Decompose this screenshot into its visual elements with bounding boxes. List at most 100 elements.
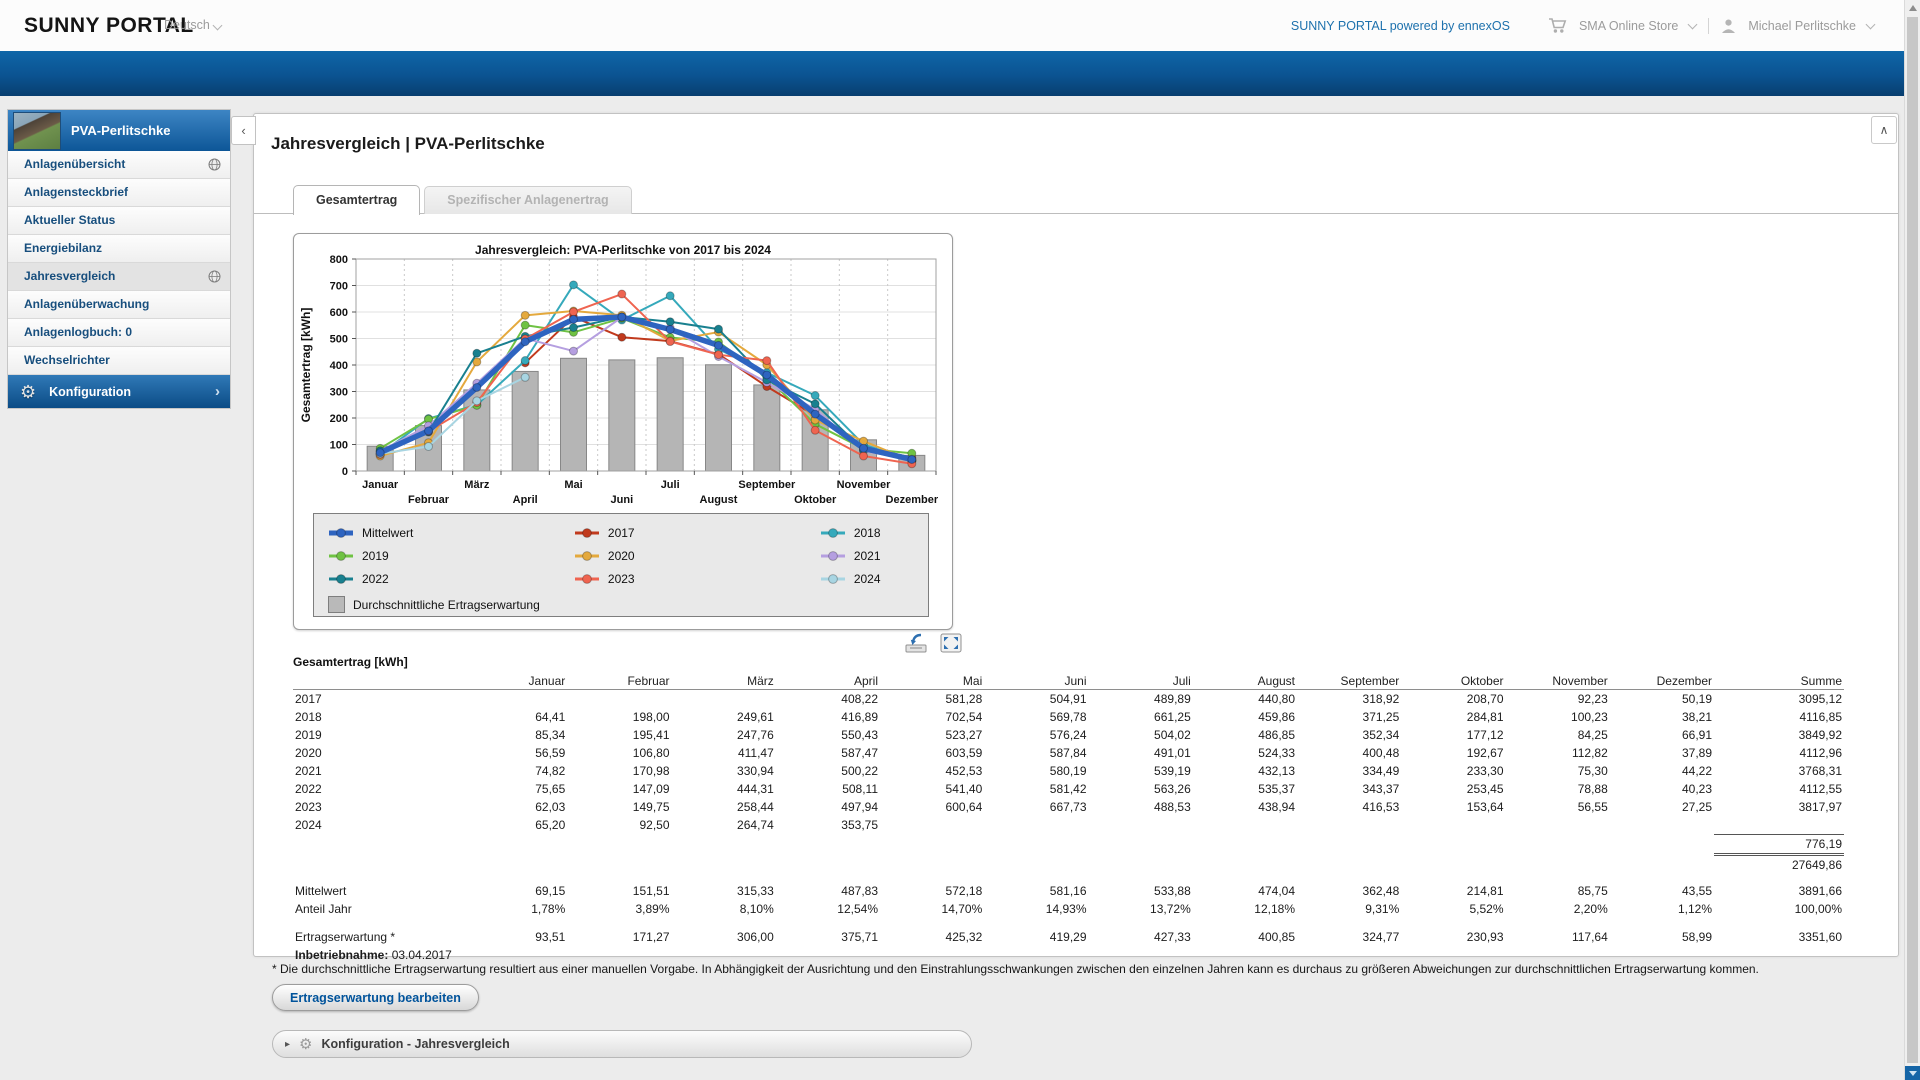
gear-icon: ⚙ [20, 383, 36, 401]
expand-arrow-icon: ▸ [285, 1039, 290, 1050]
sidebar-item-label: Wechselrichter [24, 353, 110, 367]
top-header: SUNNY PORTAL Deutsch SUNNY PORTAL powere… [0, 0, 1904, 51]
user-menu[interactable]: Michael Perlitschke [1748, 19, 1874, 33]
legend-bar-swatch [328, 596, 345, 613]
svg-text:600: 600 [330, 307, 348, 319]
store-menu[interactable]: SMA Online Store [1579, 19, 1696, 33]
svg-text:September: September [738, 479, 796, 491]
app-root: SUNNY PORTAL Deutsch SUNNY PORTAL powere… [0, 0, 1920, 1080]
legend-marker-icon [574, 573, 600, 585]
svg-text:Oktober: Oktober [794, 494, 837, 506]
table-row-2023: 202362,03149,75258,44497,94600,64667,734… [293, 798, 1844, 816]
legend-marker-icon [820, 573, 846, 585]
svg-text:November: November [837, 479, 892, 491]
sidebar-item-label: Anlagenübersicht [24, 157, 125, 171]
table-row-mittelwert: Mittelwert69,15151,51315,33487,83572,185… [293, 882, 1844, 900]
sidebar-item-anlagen-bersicht[interactable]: Anlagenübersicht [8, 151, 230, 179]
svg-text:April: April [513, 494, 538, 506]
legend-marker-icon [574, 527, 600, 539]
legend-item-2020: 2020 [574, 549, 820, 563]
legend-row: 201920202021 [328, 544, 928, 567]
spacer-row [293, 918, 1844, 928]
chevron-down-icon [1866, 19, 1876, 29]
sidebar-item-label: Konfiguration [49, 385, 215, 399]
export-chart-icon[interactable] [904, 633, 928, 653]
header-right: SUNNY PORTAL powered by ennexOS SMA Onli… [1291, 0, 1874, 51]
svg-text:Gesamtertrag [kWh]: Gesamtertrag [kWh] [299, 308, 313, 423]
svg-text:200: 200 [330, 413, 348, 425]
scroll-up-arrow[interactable] [1909, 5, 1917, 11]
fullscreen-icon[interactable] [939, 633, 963, 653]
svg-text:Dezember: Dezember [886, 494, 939, 506]
powered-by-link[interactable]: SUNNY PORTAL powered by ennexOS [1291, 19, 1510, 33]
legend-label: 2018 [854, 526, 881, 540]
table-title: Gesamtertrag [kWh] [293, 655, 1844, 669]
table-row-2017: 2017408,22581,28504,91489,89440,80318,92… [293, 690, 1844, 709]
legend-item-mittelwert: Mittelwert [328, 526, 574, 540]
scrollbar[interactable] [1904, 0, 1920, 1080]
sidebar-item-label: Energiebilanz [24, 241, 102, 255]
table-row-2019: 201985,34195,41247,76550,43523,27576,245… [293, 726, 1844, 744]
sidebar-item-label: Anlagenüberwachung [24, 297, 149, 311]
table-row-2024: 202465,2092,50264,74353,75 [293, 816, 1844, 835]
collapse-sidebar-button[interactable]: ‹ [231, 116, 256, 145]
svg-text:Mai: Mai [564, 479, 582, 491]
edit-expectation-button[interactable]: Ertragserwartung bearbeiten [272, 984, 479, 1011]
legend-label: Mittelwert [362, 526, 413, 540]
svg-text:300: 300 [330, 387, 348, 399]
table-row-anteil-jahr: Anteil Jahr1,78%3,89%8,10%12,54%14,70%14… [293, 900, 1844, 918]
sidebar: PVA-Perlitschke Anlagenübersicht Anlagens… [7, 109, 231, 409]
sidebar-items: Anlagenübersicht Anlagensteckbrief Aktuell… [8, 151, 230, 375]
legend-marker-icon [574, 550, 600, 562]
sidebar-item-label: Aktueller Status [24, 213, 115, 227]
legend-marker-icon [328, 527, 354, 539]
legend-label: 2017 [608, 526, 635, 540]
sidebar-item-energiebilanz[interactable]: Energiebilanz [8, 235, 230, 263]
language-selector[interactable]: Deutsch [164, 0, 221, 51]
svg-text:500: 500 [330, 334, 348, 346]
sidebar-item-jahresvergleich[interactable]: Jahresvergleich [8, 263, 230, 291]
language-label: Deutsch [164, 18, 210, 32]
yield-table-section: Gesamtertrag [kWh] JanuarFebruarMärzApri… [293, 655, 1844, 964]
plant-header[interactable]: PVA-Perlitschke [8, 110, 230, 151]
sidebar-item-label: Anlagenlogbuch: 0 [24, 325, 132, 339]
legend-item-2019: 2019 [328, 549, 574, 563]
chart-toolbar [904, 633, 963, 653]
legend-label: 2019 [362, 549, 389, 563]
sidebar-item-wechselrichter[interactable]: Wechselrichter [8, 347, 230, 375]
plant-name: PVA-Perlitschke [71, 123, 170, 138]
collapse-panel-button[interactable]: ∧ [1871, 116, 1897, 144]
config-section-bar[interactable]: ▸ ⚙ Konfiguration - Jahresvergleich [272, 1030, 972, 1058]
user-name: Michael Perlitschke [1748, 19, 1856, 33]
table-row-2018: 201864,41198,00249,61416,89702,54569,786… [293, 708, 1844, 726]
table-row-2020: 202056,59106,80411,47587,47603,59587,844… [293, 744, 1844, 762]
spacer-row [293, 874, 1844, 882]
sidebar-item-konfiguration[interactable]: ⚙ Konfiguration › [8, 375, 230, 408]
globe-icon [208, 270, 221, 283]
table-row-2021: 202174,82170,98330,94500,22452,53580,195… [293, 762, 1844, 780]
store-label: SMA Online Store [1579, 19, 1678, 33]
page-title: Jahresvergleich | PVA-Perlitschke [271, 134, 545, 154]
svg-text:0: 0 [342, 466, 348, 478]
tab-gesamtertrag[interactable]: Gesamtertrag [293, 185, 420, 215]
content-panel: Jahresvergleich | PVA-Perlitschke Gesamt… [253, 113, 1899, 957]
scrollbar-thumb[interactable] [1907, 17, 1918, 1063]
legend-label: Durchschnittliche Ertragserwartung [353, 598, 540, 612]
svg-text:August: August [700, 494, 738, 506]
cart-icon [1548, 17, 1567, 34]
legend-marker-icon [328, 550, 354, 562]
sidebar-item-anlagensteckbrief[interactable]: Anlagensteckbrief [8, 179, 230, 207]
legend-item-2017: 2017 [574, 526, 820, 540]
legend-item-2023: 2023 [574, 572, 820, 586]
globe-icon [208, 158, 221, 171]
tab-spezifischer-anlagenertrag[interactable]: Spezifischer Anlagenertrag [424, 186, 631, 214]
svg-text:Februar: Februar [408, 494, 450, 506]
sidebar-item-aktueller-status[interactable]: Aktueller Status [8, 207, 230, 235]
sidebar-item-anlagenlogbuch-0[interactable]: Anlagenlogbuch: 0 [8, 319, 230, 347]
sidebar-item-anlagen-berwachung[interactable]: Anlagenüberwachung [8, 291, 230, 319]
chevron-down-icon [212, 21, 222, 31]
scroll-down-arrow[interactable] [1905, 1066, 1920, 1080]
yield-chart: 0100200300400500600700800JanuarFebruarMä… [294, 254, 952, 510]
header-divider [1708, 18, 1709, 34]
svg-text:100: 100 [330, 440, 348, 452]
